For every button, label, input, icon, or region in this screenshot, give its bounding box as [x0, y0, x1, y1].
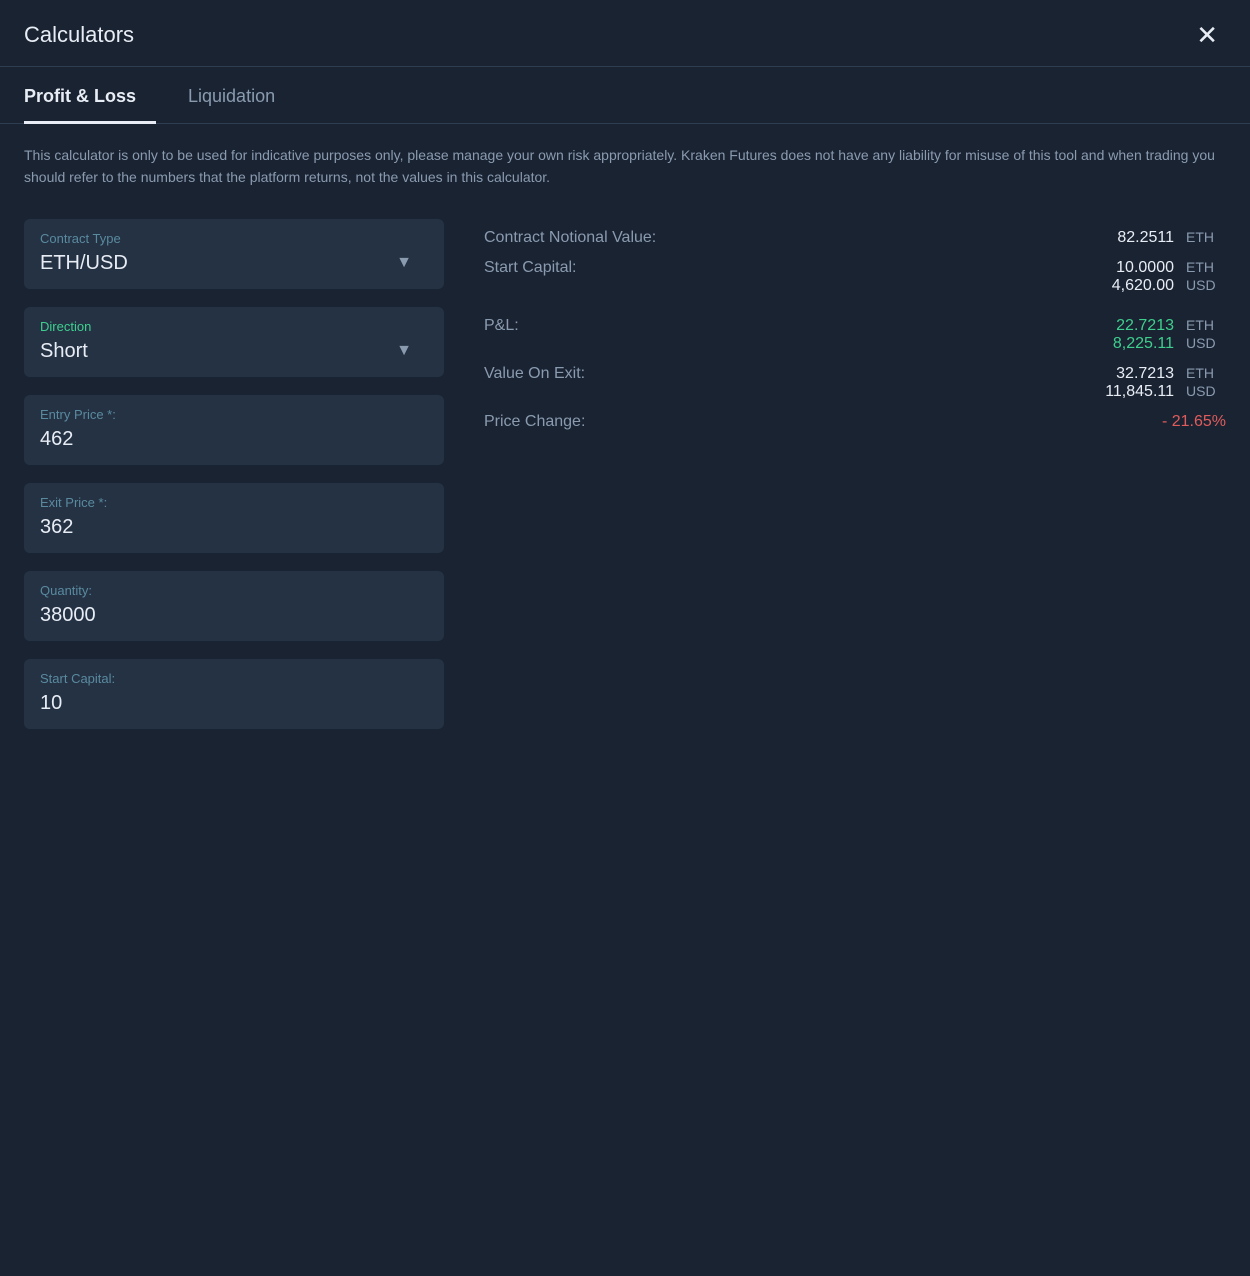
results-panel: Contract Notional Value: 82.2511 ETH Sta…	[484, 219, 1226, 1252]
exit-price-field: Exit Price *: 362	[24, 483, 444, 553]
main-content: Contract Type ETH/USD ▼ Direction Short …	[0, 209, 1250, 1276]
start-capital-result-label: Start Capital:	[484, 259, 744, 277]
exit-price-value[interactable]: 362	[40, 516, 428, 539]
result-row-price-change: Price Change: - 21.65%	[484, 407, 1226, 437]
contract-notional-eth: 82.2511	[1074, 229, 1174, 247]
value-on-exit-eth: 32.7213	[1074, 365, 1174, 383]
start-capital-eth: 10.0000	[1074, 259, 1174, 277]
price-change-label: Price Change:	[484, 413, 744, 431]
start-capital-input-field: Start Capital: 10	[24, 659, 444, 729]
start-capital-usd: 4,620.00	[1074, 277, 1174, 295]
contract-notional-eth-currency: ETH	[1186, 229, 1226, 245]
input-fields: Contract Type ETH/USD ▼ Direction Short …	[24, 219, 444, 1252]
pnl-eth: 22.7213	[1074, 317, 1174, 335]
result-row-value-on-exit: Value On Exit: 32.7213 ETH 11,845.11 USD	[484, 359, 1226, 407]
disclaimer-text: This calculator is only to be used for i…	[0, 124, 1250, 209]
entry-price-label: Entry Price *:	[40, 407, 428, 422]
price-change-value: - 21.65%	[1126, 413, 1226, 431]
start-capital-eth-currency: ETH	[1186, 259, 1226, 275]
pnl-values: 22.7213 ETH 8,225.11 USD	[744, 317, 1226, 353]
title-bar: Calculators ✕	[0, 0, 1250, 67]
price-change-values: - 21.65%	[744, 413, 1226, 431]
close-button[interactable]: ✕	[1188, 18, 1226, 52]
contract-type-value: ETH/USD	[40, 252, 128, 274]
value-on-exit-values: 32.7213 ETH 11,845.11 USD	[744, 365, 1226, 401]
contract-type-dropdown-arrow[interactable]: ▼	[396, 254, 412, 272]
direction-dropdown-arrow[interactable]: ▼	[396, 342, 412, 360]
result-row-pnl: P&L: 22.7213 ETH 8,225.11 USD	[484, 311, 1226, 359]
results-table: Contract Notional Value: 82.2511 ETH Sta…	[484, 223, 1226, 437]
contract-notional-label: Contract Notional Value:	[484, 229, 744, 247]
exit-price-label: Exit Price *:	[40, 495, 428, 510]
direction-field: Direction Short ▼	[24, 307, 444, 377]
pnl-label: P&L:	[484, 317, 744, 335]
contract-notional-values: 82.2511 ETH	[744, 229, 1226, 247]
pnl-usd: 8,225.11	[1074, 335, 1174, 353]
direction-value: Short	[40, 340, 88, 362]
value-on-exit-label: Value On Exit:	[484, 365, 744, 383]
entry-price-field: Entry Price *: 462	[24, 395, 444, 465]
contract-type-label: Contract Type	[40, 231, 428, 246]
start-capital-usd-currency: USD	[1186, 277, 1226, 293]
calculator-window: Calculators ✕ Profit & Loss Liquidation …	[0, 0, 1250, 1276]
tab-liquidation[interactable]: Liquidation	[188, 68, 295, 124]
tab-profit-loss[interactable]: Profit & Loss	[24, 68, 156, 124]
start-capital-input-label: Start Capital:	[40, 671, 428, 686]
start-capital-input-value[interactable]: 10	[40, 692, 428, 715]
tab-bar: Profit & Loss Liquidation	[0, 67, 1250, 124]
value-on-exit-eth-currency: ETH	[1186, 365, 1226, 381]
pnl-eth-currency: ETH	[1186, 317, 1226, 333]
quantity-label: Quantity:	[40, 583, 428, 598]
entry-price-value[interactable]: 462	[40, 428, 428, 451]
quantity-field: Quantity: 38000	[24, 571, 444, 641]
contract-type-field: Contract Type ETH/USD ▼	[24, 219, 444, 289]
quantity-value[interactable]: 38000	[40, 604, 428, 627]
value-on-exit-usd: 11,845.11	[1074, 383, 1174, 401]
value-on-exit-usd-currency: USD	[1186, 383, 1226, 399]
window-title: Calculators	[24, 22, 134, 48]
direction-label: Direction	[40, 319, 428, 334]
result-row-contract-notional: Contract Notional Value: 82.2511 ETH	[484, 223, 1226, 253]
pnl-usd-currency: USD	[1186, 335, 1226, 351]
start-capital-result-values: 10.0000 ETH 4,620.00 USD	[744, 259, 1226, 295]
result-row-start-capital: Start Capital: 10.0000 ETH 4,620.00 USD	[484, 253, 1226, 301]
